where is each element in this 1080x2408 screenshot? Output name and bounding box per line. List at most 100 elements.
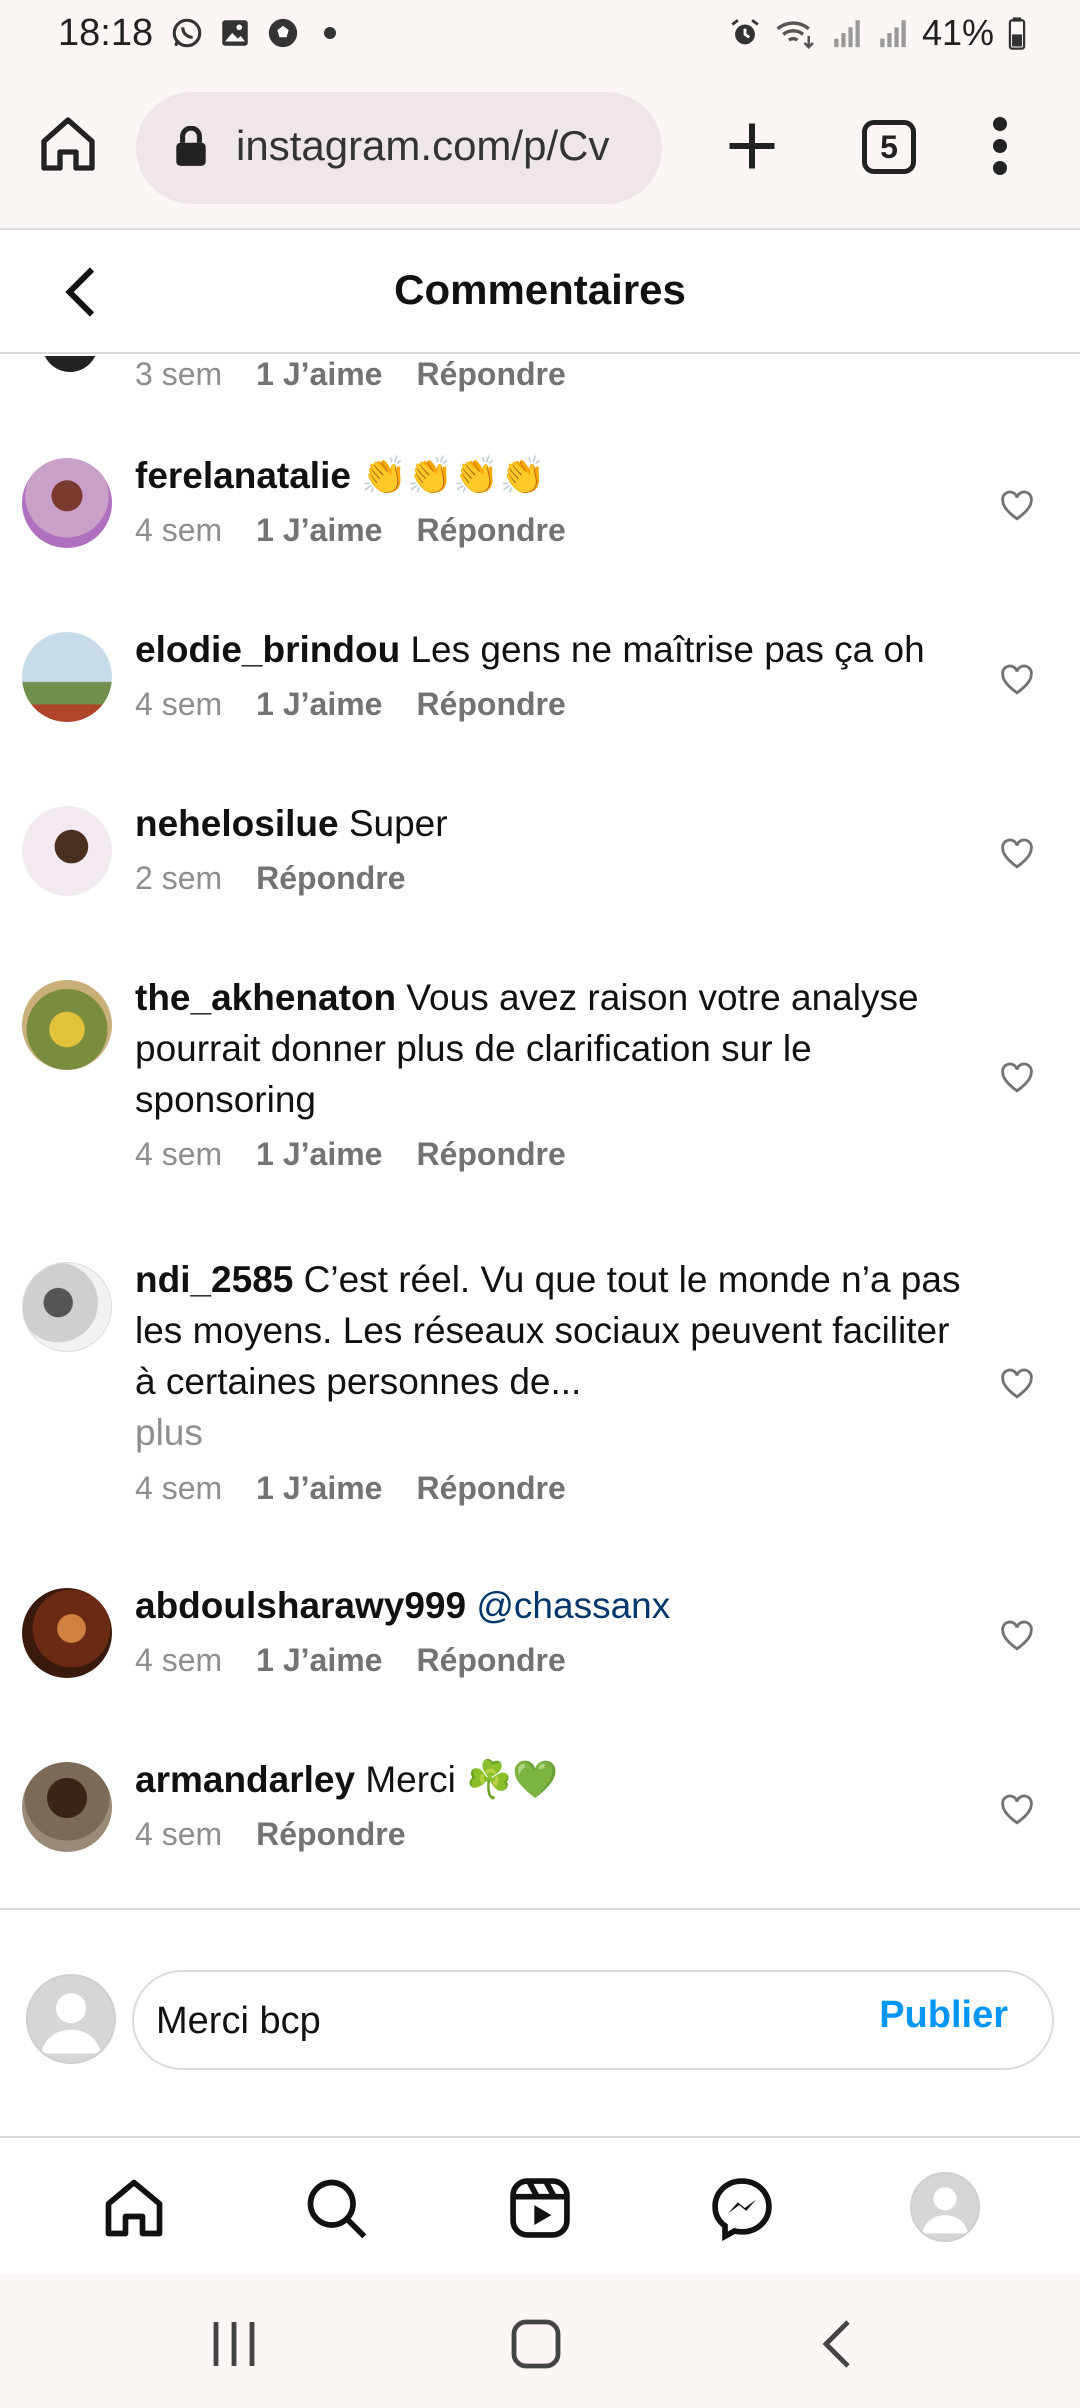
avatar[interactable] [22, 1762, 112, 1852]
reply-link[interactable]: Répondre [416, 356, 565, 393]
avatar[interactable] [42, 356, 98, 372]
comment-text: abdoulsharawy999 @chassanx [135, 1580, 965, 1631]
comments-header: Commentaires [0, 230, 1080, 354]
battery-percent: 41% [921, 12, 994, 53]
status-time: 18:18 [58, 12, 154, 54]
new-tab-icon[interactable] [722, 116, 782, 176]
comment-time: 4 sem [135, 1136, 223, 1172]
comment-username[interactable]: the_akhenaton [135, 977, 396, 1018]
comment-partial: 3 sem 1 J’aime Répondre [0, 356, 1080, 436]
page-title: Commentaires [394, 266, 686, 313]
see-more-link[interactable]: plus [135, 1407, 965, 1458]
comment-meta: 4 sem 1 J’aime Répondre [135, 686, 566, 723]
reply-link[interactable]: Répondre [416, 1470, 565, 1507]
comment-likes[interactable]: 1 J’aime [256, 1470, 382, 1507]
signal-icon [880, 20, 906, 48]
dot-icon [324, 27, 336, 39]
recent-apps-icon[interactable] [204, 2318, 264, 2370]
comment-meta: 4 sem 1 J’aime Répondre [135, 1642, 566, 1679]
status-bar: 18:18 41% [0, 0, 1080, 72]
url-text: instagram.com/p/Cv [236, 122, 610, 169]
system-icons: 41% [728, 12, 1028, 54]
comment-body: Merci ☘️💚 [365, 1759, 559, 1800]
comment-text: the_akhenaton Vous avez raison votre ana… [135, 972, 965, 1125]
comment-likes[interactable]: 1 J’aime [256, 356, 382, 393]
avatar[interactable] [22, 1262, 112, 1352]
comment-likes[interactable]: 1 J’aime [256, 686, 382, 723]
home-icon[interactable] [100, 2174, 168, 2242]
notification-icons [170, 16, 336, 50]
heart-icon[interactable] [1000, 1368, 1034, 1400]
comment-meta: 4 sem Répondre [135, 1816, 405, 1853]
comment-meta: 2 sem Répondre [135, 860, 405, 897]
avatar[interactable] [22, 632, 112, 722]
comment-meta: 4 sem 1 J’aime Répondre [135, 1136, 566, 1173]
bottom-nav [0, 2136, 1080, 2274]
whatsapp-icon [172, 18, 202, 48]
reply-link[interactable]: Répondre [416, 1136, 565, 1173]
gallery-icon [222, 20, 248, 46]
profile-avatar[interactable] [910, 2172, 980, 2242]
comment-time: 2 sem [135, 860, 223, 896]
comment-likes[interactable]: 1 J’aime [256, 512, 382, 549]
home-button-icon[interactable] [506, 2318, 566, 2370]
comment-username[interactable]: armandarley [135, 1759, 355, 1800]
comment-username[interactable]: elodie_brindou [135, 629, 400, 670]
browser-toolbar: instagram.com/p/Cv 5 [0, 72, 1080, 230]
reply-link[interactable]: Répondre [256, 860, 405, 897]
comment-time: 4 sem [135, 1470, 223, 1506]
publish-button[interactable]: Publier [879, 1994, 1008, 2037]
comment-input-wrapper: Publier [132, 1970, 1054, 2070]
comment-meta: 3 sem 1 J’aime Répondre [135, 356, 566, 393]
heart-icon[interactable] [1000, 838, 1034, 870]
comment-text: elodie_brindou Les gens ne maîtrise pas … [135, 624, 965, 675]
comment-text: armandarley Merci ☘️💚 [135, 1754, 965, 1805]
comment-username[interactable]: ndi_2585 [135, 1259, 293, 1300]
address-bar[interactable]: instagram.com/p/Cv [136, 92, 662, 204]
comment-time: 4 sem [135, 686, 223, 722]
heart-icon[interactable] [1000, 664, 1034, 696]
search-icon[interactable] [302, 2174, 370, 2242]
wifi-icon [776, 21, 814, 49]
comment-likes[interactable]: 1 J’aime [256, 1136, 382, 1173]
avatar[interactable] [22, 806, 112, 896]
avatar[interactable] [22, 458, 112, 548]
battery-icon [1008, 17, 1026, 50]
system-nav-bar [0, 2274, 1080, 2408]
heart-icon[interactable] [1000, 1794, 1034, 1826]
comment-body: Les gens ne maîtrise pas ça oh [410, 629, 925, 670]
comment-composer: Publier [0, 1908, 1080, 2136]
browser-home-icon[interactable] [36, 112, 100, 176]
comment-username[interactable]: abdoulsharawy999 [135, 1585, 466, 1626]
avatar[interactable] [22, 980, 112, 1070]
comment-meta: 4 sem 1 J’aime Répondre [135, 512, 566, 549]
heart-icon[interactable] [1000, 1062, 1034, 1094]
comment-input[interactable] [156, 1986, 796, 2056]
more-menu-icon[interactable] [982, 114, 1018, 178]
heart-icon[interactable] [1000, 490, 1034, 522]
comment-username[interactable]: nehelosilue [135, 803, 339, 844]
back-button-icon[interactable] [808, 2318, 868, 2370]
comments-list[interactable]: 3 sem 1 J’aime Répondre ferelanatalie 👏👏… [0, 356, 1080, 1908]
soccer-icon [268, 18, 298, 48]
messenger-icon[interactable] [708, 2174, 776, 2242]
heart-icon[interactable] [1000, 1620, 1034, 1652]
comment-time: 4 sem [135, 512, 223, 548]
reply-link[interactable]: Répondre [416, 686, 565, 723]
comment-likes[interactable]: 1 J’aime [256, 1642, 382, 1679]
reply-link[interactable]: Répondre [256, 1816, 405, 1853]
tab-switcher-button[interactable]: 5 [862, 120, 916, 174]
comment-time: 4 sem [135, 1642, 223, 1678]
mention-link[interactable]: @chassanx [476, 1585, 670, 1626]
current-user-avatar [26, 1974, 116, 2064]
default-avatar-icon [921, 2187, 969, 2234]
avatar[interactable] [22, 1588, 112, 1678]
reply-link[interactable]: Répondre [416, 512, 565, 549]
comment-time: 3 sem [135, 356, 223, 392]
default-avatar-icon [40, 1993, 102, 2054]
comment-username[interactable]: ferelanatalie [135, 455, 351, 496]
comment-body: Super [348, 803, 448, 844]
reels-icon[interactable] [506, 2174, 574, 2242]
lock-icon [176, 126, 206, 166]
reply-link[interactable]: Répondre [416, 1642, 565, 1679]
